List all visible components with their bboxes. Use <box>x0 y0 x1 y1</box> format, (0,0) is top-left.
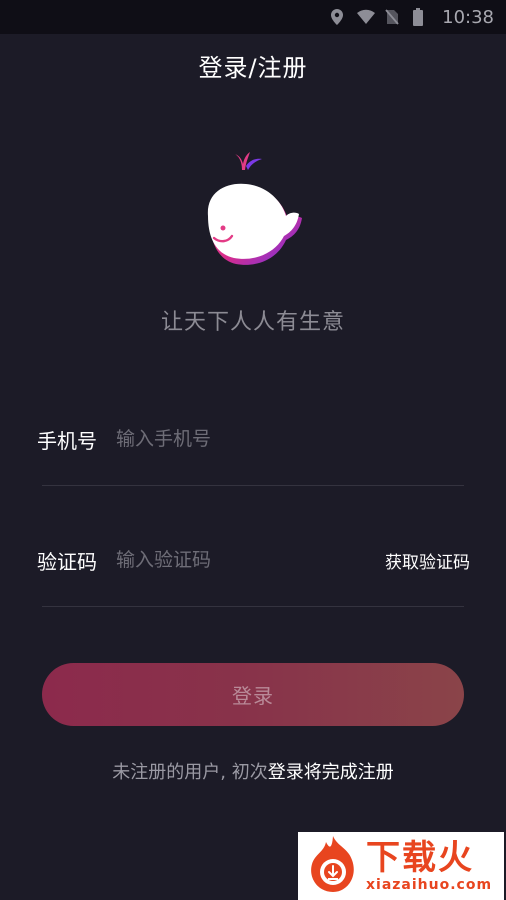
status-time: 10:38 <box>442 6 494 28</box>
phone-label: 手机号 <box>37 428 97 453</box>
code-label: 验证码 <box>37 549 97 574</box>
slogan: 让天下人人有生意 <box>160 310 345 335</box>
no-sim-icon <box>384 8 402 26</box>
phone-field-row: 手机号 <box>37 419 470 459</box>
wifi-icon <box>356 8 376 26</box>
phone-divider <box>42 485 464 486</box>
watermark-domain: xiazaihuo.com <box>366 876 493 893</box>
phone-input[interactable] <box>116 428 470 450</box>
page-title: 登录/注册 <box>198 54 308 82</box>
status-bar: 10:38 <box>0 0 506 34</box>
watermark-title: 下载火 <box>366 837 474 878</box>
flame-logo-icon <box>304 834 362 898</box>
battery-icon <box>412 8 430 26</box>
get-code-button[interactable]: 获取验证码 <box>385 548 470 573</box>
login-button[interactable]: 登录 <box>42 663 464 726</box>
register-notice: 未注册的用户, 初次登录将完成注册 <box>0 758 506 784</box>
code-divider <box>42 606 464 607</box>
notice-prefix: 未注册的用户, 初次 <box>112 762 268 783</box>
watermark: 下载火 xiazaihuo.com <box>298 832 504 900</box>
code-field-row: 验证码 获取验证码 <box>37 540 470 580</box>
whale-logo-icon <box>198 150 308 280</box>
notice-emphasis: 登录将完成注册 <box>267 762 394 783</box>
location-icon <box>328 8 346 26</box>
code-input[interactable] <box>116 549 385 571</box>
